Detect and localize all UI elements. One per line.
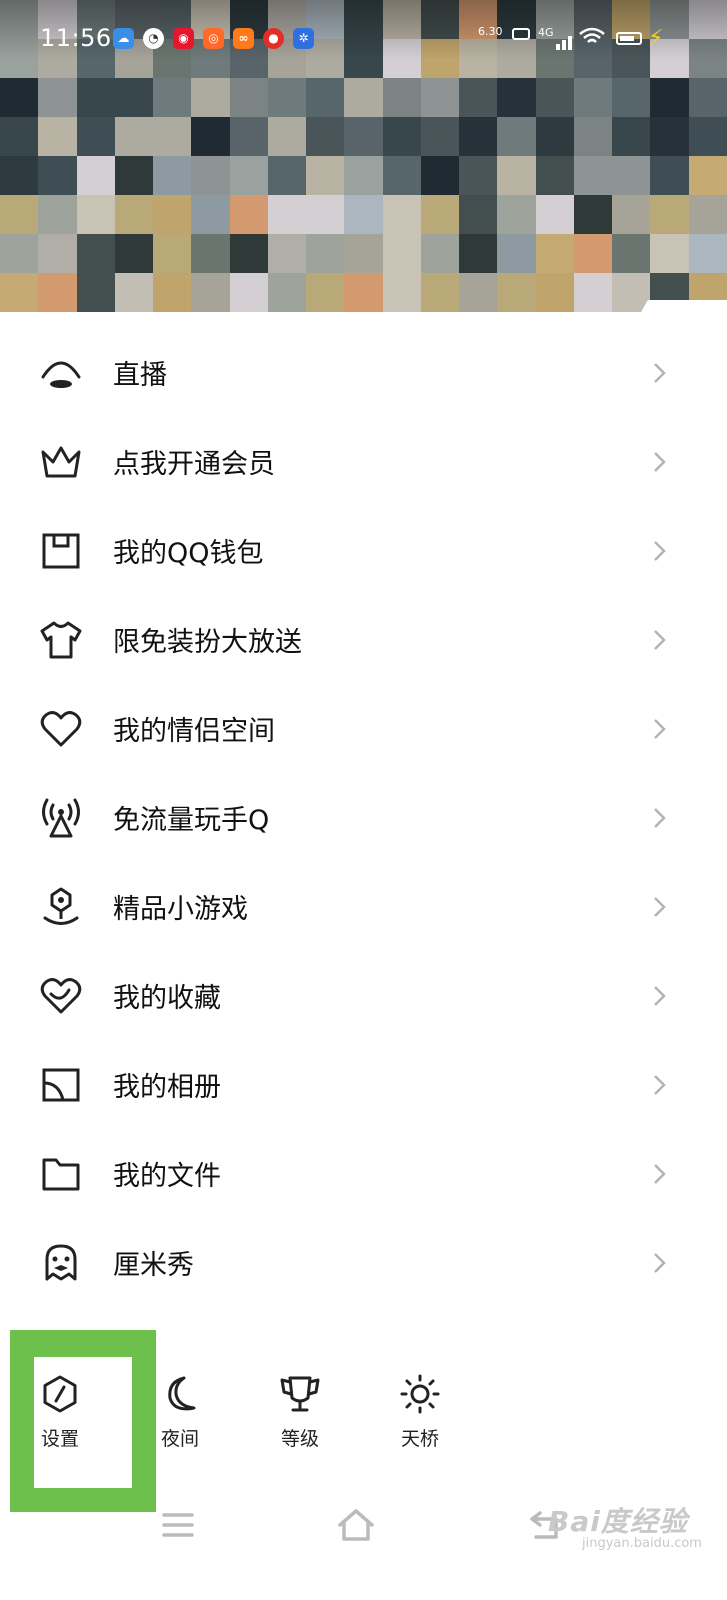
- signal-tower-icon: [38, 795, 84, 841]
- menu-item-files[interactable]: 我的文件: [0, 1129, 727, 1218]
- joystick-icon: [38, 884, 84, 930]
- menu-item-live[interactable]: 直播: [0, 328, 727, 417]
- shirt-icon: [38, 617, 84, 663]
- douyu-icon: ◎: [203, 28, 224, 49]
- red-app-icon: ●: [263, 28, 284, 49]
- profile-cover-header[interactable]: 11:56 ☁ ◔ ◉ ◎ ∞ ● ✲ 6.30 4G ⚡: [0, 0, 727, 312]
- moon-icon: [168, 1376, 196, 1411]
- menu-item-label: 我的收藏: [113, 983, 221, 1014]
- menu-item-album[interactable]: 我的相册: [0, 1040, 727, 1129]
- chevron-right-icon: [654, 896, 666, 917]
- bottom-toolbar: 设置 夜间 等级 天桥: [0, 1330, 727, 1515]
- menu-nav-icon[interactable]: [160, 1505, 196, 1545]
- live-icon: [38, 350, 84, 396]
- chevron-right-icon: [654, 362, 666, 383]
- chevron-right-icon: [654, 1074, 666, 1095]
- settings-label: 设置: [40, 1428, 79, 1450]
- menu-item-label: 我的相册: [113, 1072, 221, 1103]
- paw-icon: ✲: [293, 28, 314, 49]
- status-time: 11:56: [40, 24, 112, 52]
- compass-icon: ◔: [143, 28, 164, 49]
- status-bar: 11:56 ☁ ◔ ◉ ◎ ∞ ● ✲ 6.30 4G ⚡: [0, 18, 727, 58]
- hd-icon: [512, 28, 530, 40]
- trophy-icon: [280, 1376, 320, 1412]
- home-nav-icon[interactable]: [336, 1505, 376, 1545]
- chevron-right-icon: [654, 985, 666, 1006]
- network-type: 4G: [538, 26, 554, 39]
- settings-hexagon-icon: [43, 1375, 77, 1413]
- menu-item-label: 点我开通会员: [113, 449, 275, 480]
- cover-corner: [641, 300, 727, 312]
- menu-item-label: 精品小游戏: [113, 894, 248, 925]
- watermark-url: jingyan.baidu.com: [582, 1536, 702, 1551]
- menu-item-couple-space[interactable]: 我的情侣空间: [0, 684, 727, 773]
- orange-app-icon: ∞: [233, 28, 254, 49]
- folder-icon: [38, 1151, 84, 1197]
- sky-bridge-label: 天桥: [400, 1428, 439, 1450]
- menu-item-cmshow[interactable]: 厘米秀: [0, 1218, 727, 1307]
- level-label: 等级: [280, 1428, 319, 1450]
- chevron-right-icon: [654, 1163, 666, 1184]
- album-icon: [38, 1062, 84, 1108]
- chevron-right-icon: [654, 451, 666, 472]
- menu-item-outfit[interactable]: 限免装扮大放送: [0, 595, 727, 684]
- menu-item-favorites[interactable]: 我的收藏: [0, 951, 727, 1040]
- battery-icon: [616, 32, 642, 45]
- charging-icon: ⚡: [648, 26, 664, 51]
- chevron-right-icon: [654, 718, 666, 739]
- menu-item-vip[interactable]: 点我开通会员: [0, 417, 727, 506]
- menu-item-free-data[interactable]: 免流量玩手Q: [0, 773, 727, 862]
- heart-icon: [38, 706, 84, 752]
- side-menu-list: 直播 点我开通会员 我的QQ钱包 限免装扮大放送 我的情侣空间 免流量玩手Q 精…: [0, 328, 727, 1307]
- menu-item-label: 我的情侣空间: [113, 716, 275, 747]
- menu-item-label: 直播: [113, 360, 167, 391]
- wallet-icon: [38, 528, 84, 574]
- ghost-icon: [38, 1240, 84, 1286]
- chevron-right-icon: [654, 629, 666, 650]
- weibo-icon: ◉: [173, 28, 194, 49]
- night-mode-label: 夜间: [160, 1428, 199, 1450]
- favorite-heart-icon: [38, 973, 84, 1019]
- menu-item-mini-games[interactable]: 精品小游戏: [0, 862, 727, 951]
- baidu-netdisk-icon: ☁: [113, 28, 134, 49]
- menu-item-label: 我的文件: [113, 1161, 221, 1192]
- crown-icon: [38, 439, 84, 485]
- level-button[interactable]: 等级: [250, 1374, 350, 1451]
- wifi-icon: [579, 27, 605, 43]
- chevron-right-icon: [654, 807, 666, 828]
- baidu-jingyan-watermark: Bai度经验 jingyan.baidu.com: [548, 1492, 702, 1562]
- sky-bridge-button[interactable]: 天桥: [370, 1374, 470, 1451]
- chevron-right-icon: [654, 1252, 666, 1273]
- menu-item-label: 免流量玩手Q: [113, 805, 270, 836]
- sun-icon: [400, 1374, 440, 1414]
- chevron-right-icon: [654, 540, 666, 561]
- menu-item-label: 厘米秀: [113, 1250, 194, 1281]
- menu-item-label: 限免装扮大放送: [113, 627, 302, 658]
- menu-item-wallet[interactable]: 我的QQ钱包: [0, 506, 727, 595]
- settings-button[interactable]: 设置: [10, 1374, 110, 1451]
- night-mode-button[interactable]: 夜间: [130, 1374, 230, 1451]
- menu-item-label: 我的QQ钱包: [113, 538, 264, 569]
- watermark-logo-text: Bai度经验: [548, 1505, 688, 1538]
- network-speed: 6.30: [478, 25, 503, 38]
